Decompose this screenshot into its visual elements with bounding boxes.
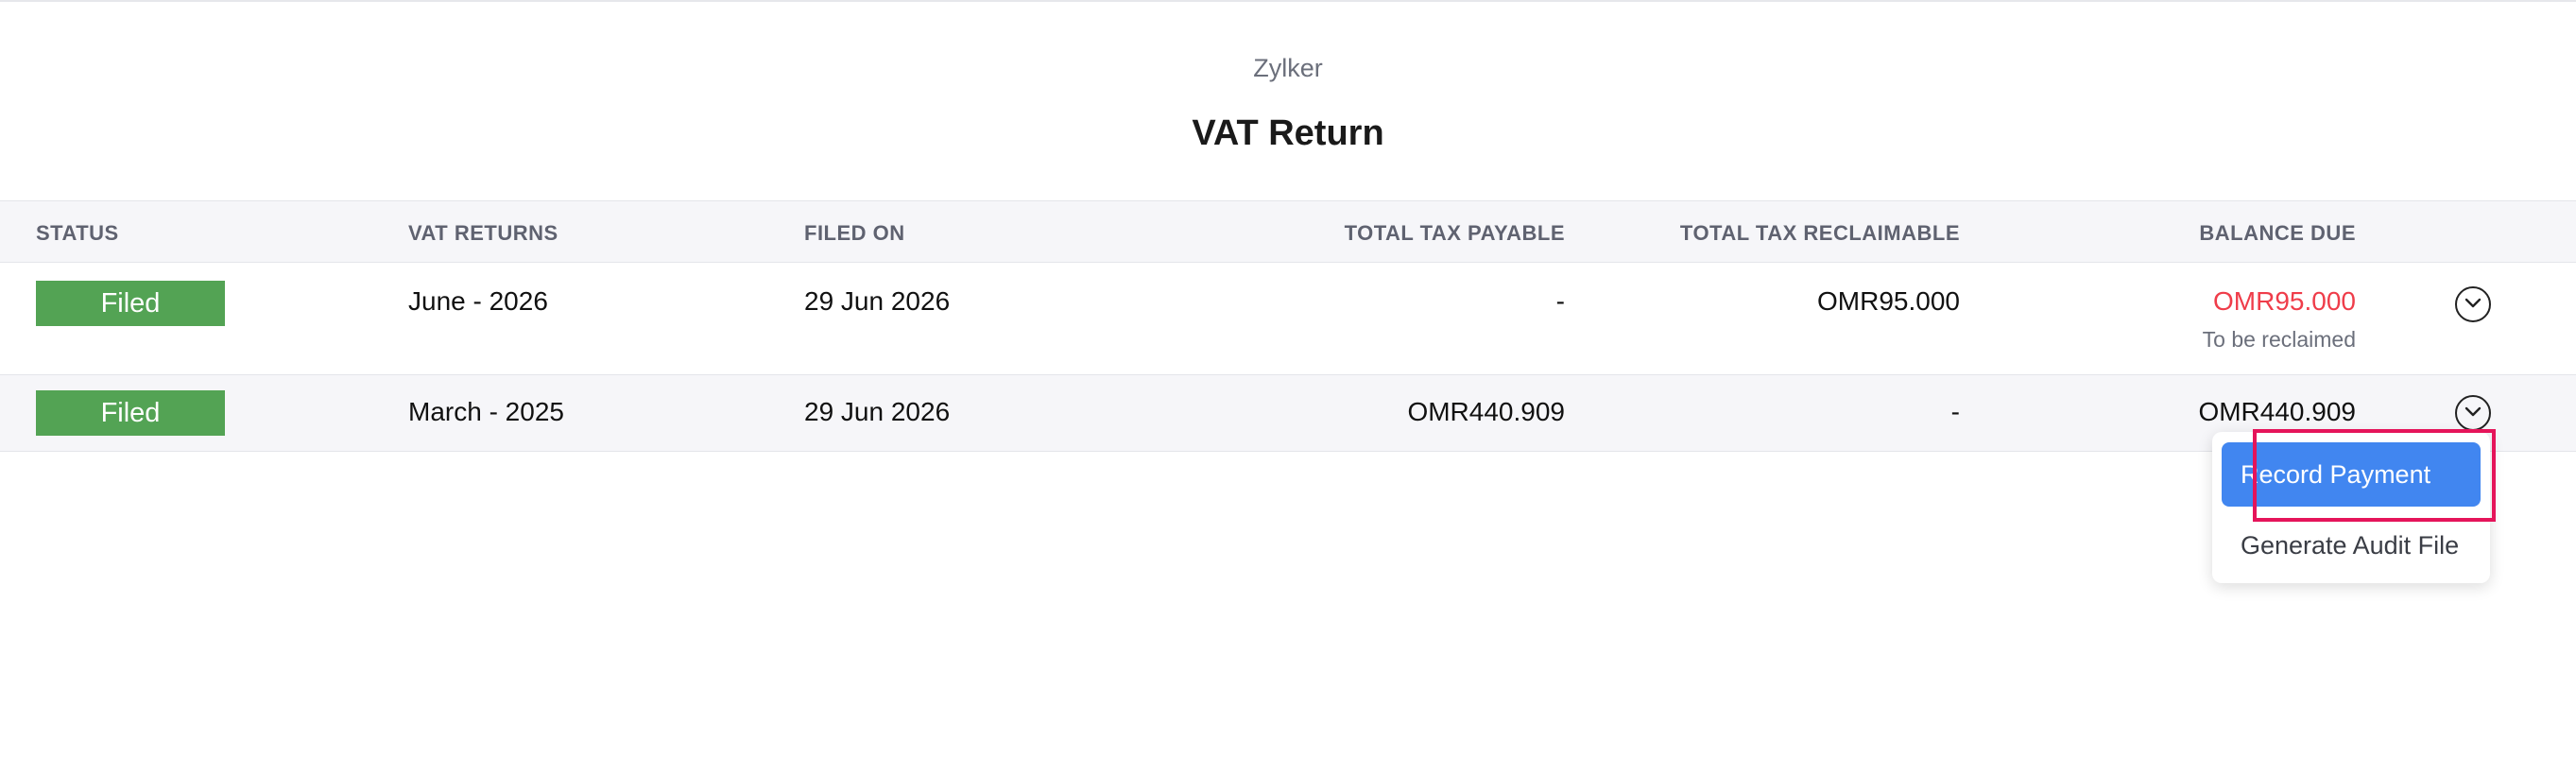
row-actions-button[interactable] [2455, 395, 2491, 431]
table-header: STATUS VAT RETURNS FILED ON TOTAL TAX PA… [0, 200, 2576, 263]
record-payment-menu-item[interactable]: Record Payment [2222, 442, 2481, 507]
column-header-balance-due[interactable]: BALANCE DUE [2199, 221, 2356, 246]
table-row[interactable]: Filed March - 2025 29 Jun 2026 OMR440.90… [0, 375, 2576, 452]
vat-return-period[interactable]: March - 2025 [408, 397, 564, 427]
vat-return-page: Zylker VAT Return STATUS VAT RETURNS FIL… [0, 0, 2576, 758]
filed-on-date: 29 Jun 2026 [804, 286, 951, 316]
balance-due: OMR95.000 [2213, 286, 2356, 316]
total-tax-reclaimable: OMR95.000 [1817, 286, 1960, 316]
column-header-status[interactable]: STATUS [36, 221, 119, 246]
chevron-down-icon [2464, 298, 2482, 308]
status-badge: Filed [36, 390, 225, 436]
column-header-filed-on[interactable]: FILED ON [804, 221, 905, 246]
chevron-down-icon [2464, 406, 2482, 417]
vat-return-period[interactable]: June - 2026 [408, 286, 548, 317]
page-title: VAT Return [1192, 113, 1384, 153]
balance-note: To be reclaimed [2202, 327, 2356, 352]
status-badge: Filed [36, 281, 225, 326]
row-actions-button[interactable] [2455, 286, 2491, 322]
table-row[interactable]: Filed June - 2026 29 Jun 2026 - OMR95.00… [0, 263, 2576, 375]
total-tax-reclaimable: - [1950, 397, 1960, 426]
filed-on-date: 29 Jun 2026 [804, 397, 951, 426]
row-actions-menu: Record Payment Generate Audit File [2212, 432, 2490, 583]
vat-returns-table: STATUS VAT RETURNS FILED ON TOTAL TAX PA… [0, 200, 2576, 452]
generate-audit-file-menu-item[interactable]: Generate Audit File [2222, 519, 2481, 572]
total-tax-payable: - [1555, 286, 1565, 316]
organization-name: Zylker [1253, 54, 1323, 82]
column-header-total-tax-payable[interactable]: TOTAL TAX PAYABLE [1345, 221, 1565, 246]
total-tax-payable: OMR440.909 [1407, 397, 1565, 426]
balance-due: OMR440.909 [2198, 397, 2356, 426]
column-header-total-tax-reclaimable[interactable]: TOTAL TAX RECLAIMABLE [1680, 221, 1960, 246]
column-header-vat-returns[interactable]: VAT RETURNS [408, 221, 558, 246]
